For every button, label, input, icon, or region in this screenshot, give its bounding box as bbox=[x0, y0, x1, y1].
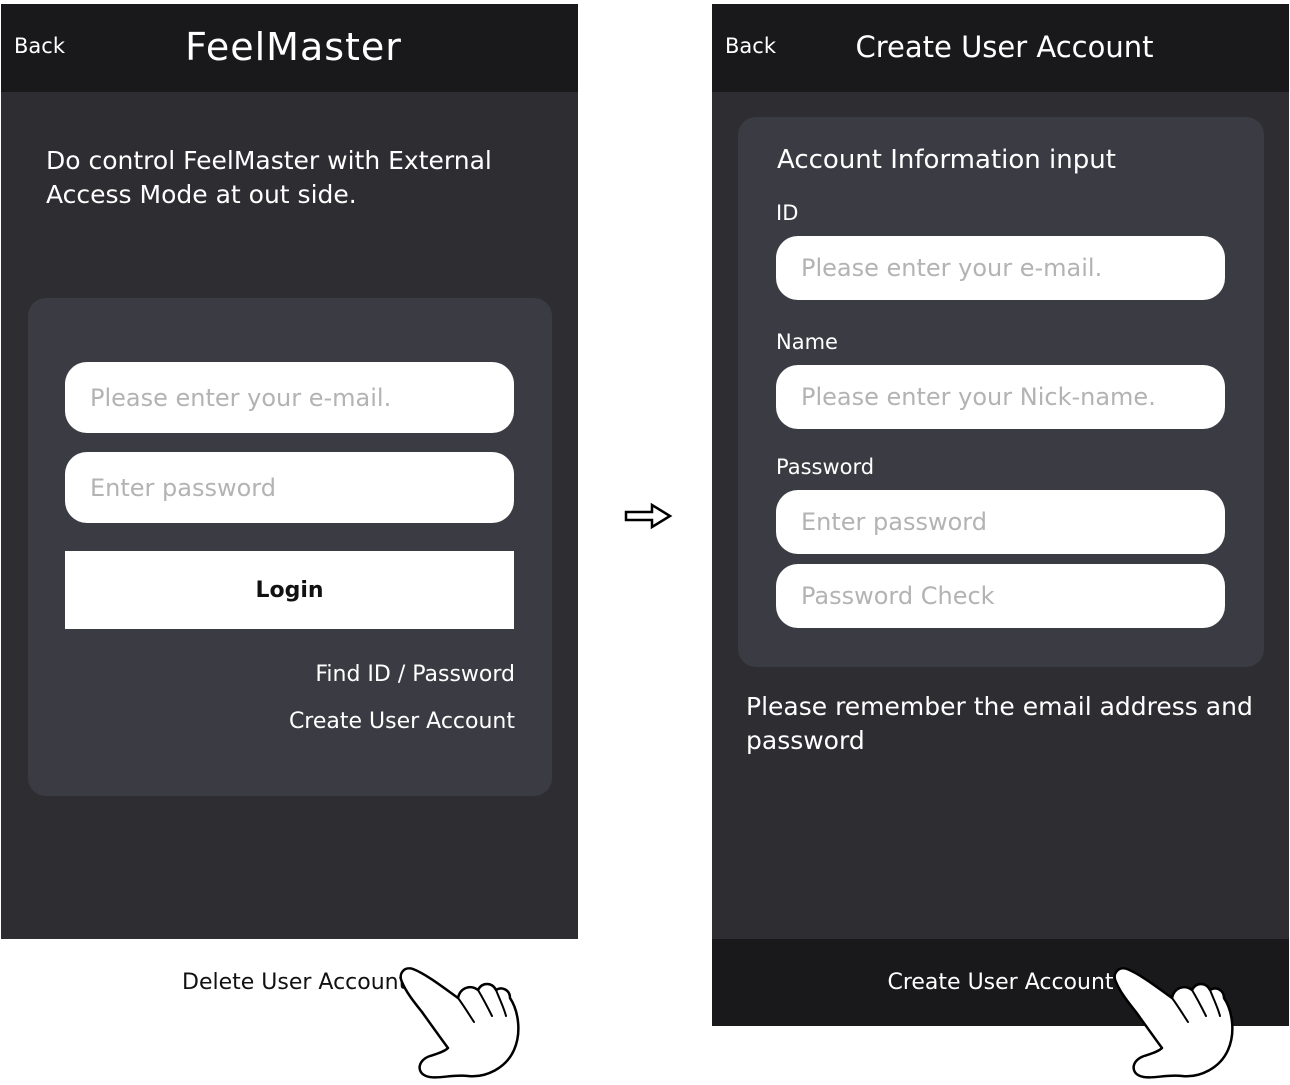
login-button[interactable]: Login bbox=[65, 551, 514, 629]
app-logo-title: FeelMaster bbox=[185, 25, 402, 69]
pointing-hand-icon bbox=[1113, 967, 1234, 1079]
nickname-input[interactable]: Please enter your Nick-name. bbox=[776, 365, 1225, 429]
account-info-card: Account Information input ID Please ente… bbox=[738, 117, 1264, 667]
login-screen: Back FeelMaster Do control FeelMaster wi… bbox=[1, 4, 578, 939]
create-account-screen: Back Create User Account Account Informa… bbox=[712, 4, 1289, 1026]
create-account-link[interactable]: Create User Account bbox=[289, 709, 515, 734]
login-card: Please enter your e-mail. Enter password… bbox=[28, 298, 552, 796]
password-input[interactable]: Enter password bbox=[65, 452, 514, 523]
id-email-input[interactable]: Please enter your e-mail. bbox=[776, 236, 1225, 300]
top-bar: Back Create User Account bbox=[712, 4, 1289, 92]
right-arrow-icon bbox=[624, 502, 673, 530]
page-title: Create User Account bbox=[855, 30, 1154, 64]
intro-text: Do control FeelMaster with External Acce… bbox=[46, 146, 492, 209]
id-label: ID bbox=[776, 201, 799, 225]
top-bar: Back FeelMaster bbox=[1, 4, 578, 92]
password-label: Password bbox=[776, 455, 875, 479]
find-id-password-link[interactable]: Find ID / Password bbox=[315, 662, 515, 687]
name-label: Name bbox=[776, 330, 838, 354]
email-input[interactable]: Please enter your e-mail. bbox=[65, 362, 514, 433]
notice-text: Please remember the email address and pa… bbox=[746, 692, 1253, 755]
password-check-input[interactable]: Password Check bbox=[776, 564, 1225, 628]
pointing-hand-icon bbox=[399, 967, 520, 1079]
card-heading: Account Information input bbox=[777, 145, 1116, 175]
password-input[interactable]: Enter password bbox=[776, 490, 1225, 554]
delete-account-link[interactable]: Delete User Account bbox=[182, 970, 407, 995]
